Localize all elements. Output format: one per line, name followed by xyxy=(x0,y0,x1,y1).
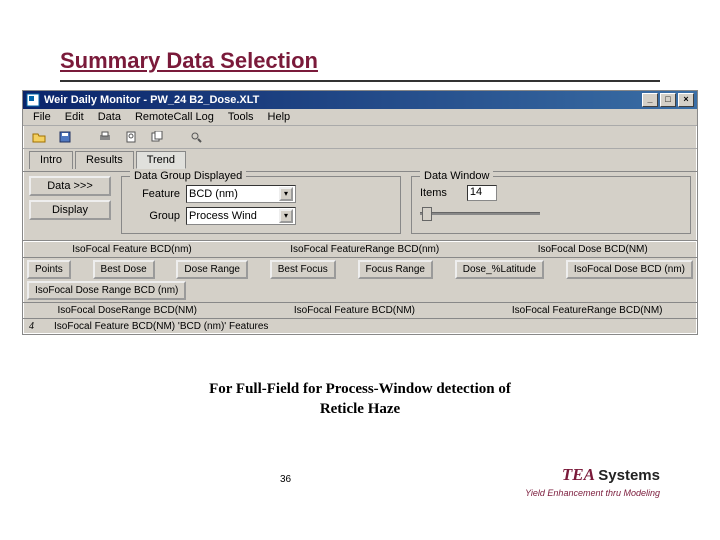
hdr-1: IsoFocal Feature BCD(nm) xyxy=(72,244,191,255)
btn-isodoserange[interactable]: IsoFocal Dose Range BCD (nm) xyxy=(27,281,186,300)
minimize-button[interactable]: _ xyxy=(642,93,658,107)
menu-data[interactable]: Data xyxy=(92,110,127,124)
control-panel: Data >>> Display Data Group Displayed Fe… xyxy=(23,172,697,241)
hdr-2: IsoFocal FeatureRange BCD(nm) xyxy=(290,244,439,255)
r2-3: IsoFocal FeatureRange BCD(NM) xyxy=(512,305,663,316)
main-tabs: Intro Results Trend xyxy=(23,149,697,172)
feature-combo[interactable]: BCD (nm) ▾ xyxy=(186,185,296,203)
window-title: Weir Daily Monitor - PW_24 B2_Dose.XLT xyxy=(44,94,259,106)
data-button[interactable]: Data >>> xyxy=(29,176,111,196)
menu-remotecall[interactable]: RemoteCall Log xyxy=(129,110,220,124)
slide-title: Summary Data Selection xyxy=(60,48,318,74)
data-group-legend: Data Group Displayed xyxy=(130,170,246,182)
btn-bestdose[interactable]: Best Dose xyxy=(93,260,155,279)
save-icon[interactable] xyxy=(55,128,75,146)
chevron-down-icon[interactable]: ▾ xyxy=(279,209,293,223)
group-combo[interactable]: Process Wind ▾ xyxy=(186,207,296,225)
app-window: Weir Daily Monitor - PW_24 B2_Dose.XLT _… xyxy=(22,90,698,335)
menu-edit[interactable]: Edit xyxy=(59,110,90,124)
status-line: 4 IsoFocal Feature BCD(NM) 'BCD (nm)' Fe… xyxy=(23,319,697,334)
brand: TEA Systems xyxy=(562,465,660,485)
status-num: 4 xyxy=(29,321,34,332)
menu-help[interactable]: Help xyxy=(262,110,297,124)
tab-intro[interactable]: Intro xyxy=(29,151,73,169)
data-window-legend: Data Window xyxy=(420,170,493,182)
titlebar: Weir Daily Monitor - PW_24 B2_Dose.XLT _… xyxy=(23,91,697,109)
items-input[interactable]: 14 xyxy=(467,185,497,201)
slide-caption: For Full-Field for Process-Window detect… xyxy=(0,380,720,419)
menubar: File Edit Data RemoteCall Log Tools Help xyxy=(23,109,697,126)
group-value: Process Wind xyxy=(189,210,257,222)
data-window-fieldset: Data Window Items 14 xyxy=(411,176,691,234)
find-icon[interactable] xyxy=(187,128,207,146)
btn-bestfocus[interactable]: Best Focus xyxy=(270,260,336,279)
display-button[interactable]: Display xyxy=(29,200,111,220)
data-group-fieldset: Data Group Displayed Feature BCD (nm) ▾ … xyxy=(121,176,401,234)
tab-results[interactable]: Results xyxy=(75,151,134,169)
status-text: IsoFocal Feature BCD(NM) 'BCD (nm)' Feat… xyxy=(54,321,268,332)
brand-subtitle: Yield Enhancement thru Modeling xyxy=(525,488,660,498)
print-icon[interactable] xyxy=(95,128,115,146)
tab-trend[interactable]: Trend xyxy=(136,151,186,169)
btn-doselat[interactable]: Dose_%Latitude xyxy=(455,260,544,279)
r2-2: IsoFocal Feature BCD(NM) xyxy=(294,305,415,316)
r2-1: IsoFocal DoseRange BCD(NM) xyxy=(57,305,197,316)
hdr-3: IsoFocal Dose BCD(NM) xyxy=(538,244,648,255)
btn-focusrange[interactable]: Focus Range xyxy=(358,260,433,279)
maximize-button[interactable]: □ xyxy=(660,93,676,107)
items-slider[interactable] xyxy=(420,205,540,221)
open-icon[interactable] xyxy=(29,128,49,146)
group-label: Group xyxy=(130,210,180,222)
menu-file[interactable]: File xyxy=(27,110,57,124)
toolbar xyxy=(23,126,697,149)
menu-tools[interactable]: Tools xyxy=(222,110,260,124)
page-number: 36 xyxy=(280,474,291,485)
feature-value: BCD (nm) xyxy=(189,188,238,200)
preview-icon[interactable] xyxy=(121,128,141,146)
btn-points[interactable]: Points xyxy=(27,260,71,279)
btn-doserange[interactable]: Dose Range xyxy=(176,260,248,279)
copy-icon[interactable] xyxy=(147,128,167,146)
feature-label: Feature xyxy=(130,188,180,200)
close-button[interactable]: × xyxy=(678,93,694,107)
app-icon xyxy=(26,93,40,107)
items-label: Items xyxy=(420,187,447,199)
row-2: IsoFocal DoseRange BCD(NM) IsoFocal Feat… xyxy=(23,303,697,319)
column-headers: IsoFocal Feature BCD(nm) IsoFocal Featur… xyxy=(23,241,697,258)
btn-isodose[interactable]: IsoFocal Dose BCD (nm) xyxy=(566,260,693,279)
button-row-1: Points Best Dose Dose Range Best Focus F… xyxy=(23,258,697,303)
chevron-down-icon[interactable]: ▾ xyxy=(279,187,293,201)
title-rule xyxy=(60,80,660,82)
